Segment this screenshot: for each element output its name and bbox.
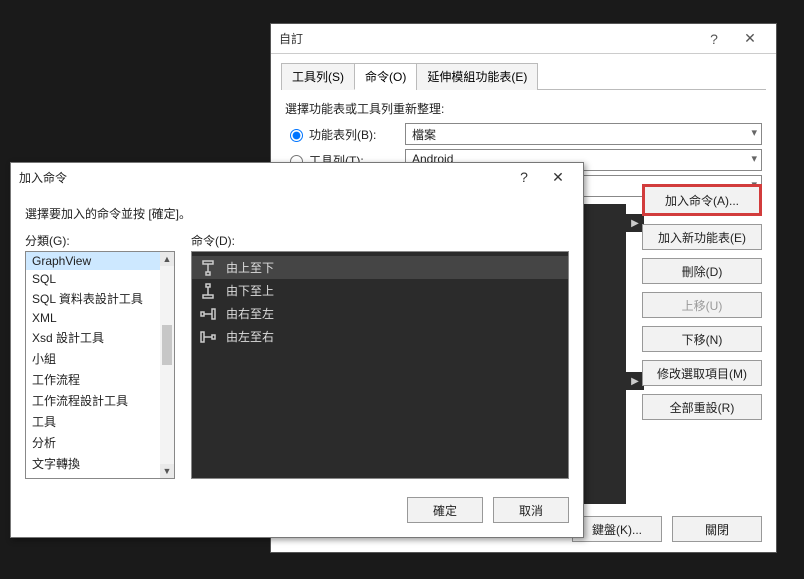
add-command-dialog: 加入命令 ? ✕ 選擇要加入的命令並按 [確定]。 分類(G): GraphVi… (10, 162, 584, 538)
list-item[interactable]: 分析 (26, 432, 174, 453)
keyboard-button[interactable]: 鍵盤(K)... (572, 516, 662, 542)
scroll-down-icon[interactable]: ▼ (160, 464, 174, 478)
list-item[interactable]: XML (26, 309, 174, 327)
command-item-label: 由下至上 (226, 282, 274, 299)
section-label: 選擇功能表或工具列重新整理: (285, 100, 762, 117)
customize-title: 自訂 (279, 30, 696, 47)
help-icon[interactable]: ? (507, 169, 541, 185)
list-item[interactable]: 延伸模組 (26, 474, 174, 479)
list-item[interactable]: SQL (26, 270, 174, 288)
side-button-column: 加入命令(A)... 加入新功能表(E) 刪除(D) 上移(U) 下移(N) 修… (642, 184, 762, 420)
command-listbox[interactable]: 由上至下由下至上由右至左由左至右 (191, 251, 569, 479)
add-command-titlebar: 加入命令 ? ✕ (11, 163, 583, 191)
list-item[interactable]: 文字轉換 (26, 453, 174, 474)
command-column: 命令(D): 由上至下由下至上由右至左由左至右 (191, 232, 569, 479)
customize-tabbar: 工具列(S) 命令(O) 延伸模組功能表(E) (271, 54, 776, 90)
category-label: 分類(G): (25, 232, 175, 249)
tab-commands[interactable]: 命令(O) (354, 63, 417, 90)
help-icon[interactable]: ? (696, 31, 732, 47)
reset-all-button[interactable]: 全部重設(R) (642, 394, 762, 420)
list-item[interactable]: 小組 (26, 348, 174, 369)
add-command-title: 加入命令 (19, 169, 507, 186)
close-button[interactable]: 關閉 (672, 516, 762, 542)
move-down-button[interactable]: 下移(N) (642, 326, 762, 352)
instruction-text: 選擇要加入的命令並按 [確定]。 (25, 205, 569, 222)
move-up-button[interactable]: 上移(U) (642, 292, 762, 318)
list-item[interactable]: 由下至上 (192, 279, 568, 302)
list-item[interactable]: Xsd 設計工具 (26, 327, 174, 348)
ok-button[interactable]: 確定 (407, 497, 483, 523)
right-to-left-icon (200, 306, 216, 322)
command-label: 命令(D): (191, 232, 569, 249)
command-item-label: 由左至右 (226, 328, 274, 345)
scroll-track[interactable] (160, 266, 174, 464)
list-item[interactable]: GraphView (26, 252, 174, 270)
modify-selection-button[interactable]: 修改選取項目(M) (642, 360, 762, 386)
combo-menubar[interactable]: 檔案 (405, 123, 762, 145)
close-icon[interactable]: ✕ (732, 30, 768, 47)
left-to-right-icon (200, 329, 216, 345)
command-item-label: 由右至左 (226, 305, 274, 322)
scroll-up-icon[interactable]: ▲ (160, 252, 174, 266)
scroll-thumb[interactable] (162, 325, 172, 365)
add-menu-button[interactable]: 加入新功能表(E) (642, 224, 762, 250)
radio-menubar-label: 功能表列(B): (309, 126, 405, 143)
list-item[interactable]: 由上至下 (192, 256, 568, 279)
customize-footer: 鍵盤(K)... 關閉 (572, 516, 762, 542)
command-item-label: 由上至下 (226, 259, 274, 276)
tab-extensions-menu[interactable]: 延伸模組功能表(E) (416, 63, 538, 90)
radio-menubar[interactable] (290, 129, 303, 142)
radio-row-menubar: 功能表列(B): 檔案 (285, 123, 762, 145)
list-item[interactable]: SQL 資料表設計工具 (26, 288, 174, 309)
add-command-footer: 確定 取消 (11, 489, 583, 535)
category-listbox[interactable]: GraphViewSQLSQL 資料表設計工具XMLXsd 設計工具小組工作流程… (25, 251, 175, 479)
add-command-body: 選擇要加入的命令並按 [確定]。 分類(G): GraphViewSQLSQL … (11, 191, 583, 489)
bottom-to-top-icon (200, 283, 216, 299)
tab-toolbars[interactable]: 工具列(S) (281, 63, 355, 90)
top-to-bottom-icon (200, 260, 216, 276)
delete-button[interactable]: 刪除(D) (642, 258, 762, 284)
list-item[interactable]: 工具 (26, 411, 174, 432)
list-item[interactable]: 由左至右 (192, 325, 568, 348)
scrollbar[interactable]: ▲ ▼ (160, 252, 174, 478)
cancel-button[interactable]: 取消 (493, 497, 569, 523)
list-item[interactable]: 由右至左 (192, 302, 568, 325)
category-column: 分類(G): GraphViewSQLSQL 資料表設計工具XMLXsd 設計工… (25, 232, 175, 479)
list-item[interactable]: 工作流程 (26, 369, 174, 390)
customize-titlebar: 自訂 ? ✕ (271, 24, 776, 54)
close-icon[interactable]: ✕ (541, 169, 575, 186)
add-command-button[interactable]: 加入命令(A)... (642, 184, 762, 216)
list-item[interactable]: 工作流程設計工具 (26, 390, 174, 411)
